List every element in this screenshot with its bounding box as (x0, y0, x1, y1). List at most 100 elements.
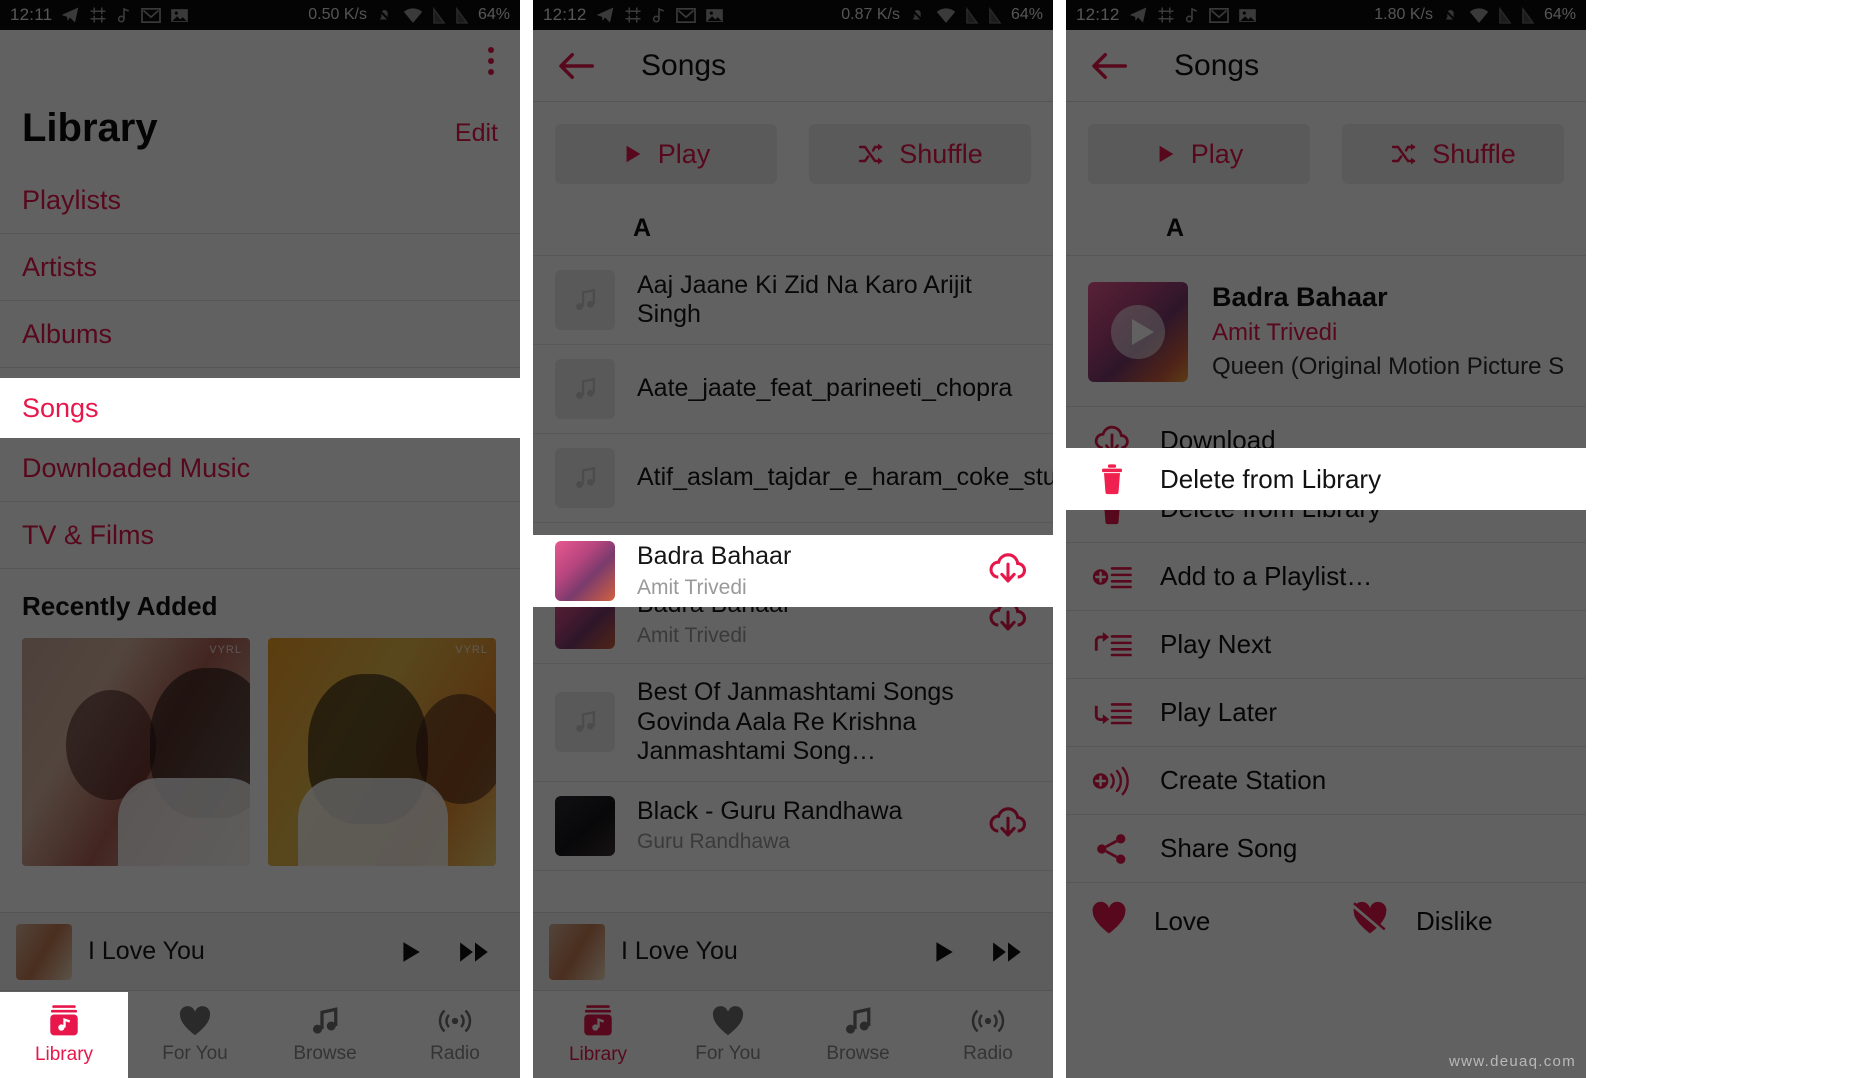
context-menu-song-card: Badra Bahaar Amit Trivedi Queen (Origina… (1066, 256, 1586, 407)
slack-icon (625, 7, 641, 23)
edit-button[interactable]: Edit (455, 119, 498, 148)
tab-for-you[interactable]: For You (663, 991, 793, 1078)
play-later-glyph (1094, 702, 1132, 724)
fast-forward-icon[interactable] (991, 938, 1025, 966)
library-header: Library Edit (0, 92, 520, 167)
share-icon (1090, 833, 1134, 865)
mute-bell-icon (1442, 7, 1459, 23)
shuffle-button[interactable]: Shuffle (1342, 124, 1564, 184)
list-item[interactable]: Aaj Jaane Ki Zid Na Karo Arijit Singh (533, 256, 1053, 345)
album-art-2[interactable]: VYRL (268, 638, 496, 866)
list-item-label: Downloaded Music (22, 452, 251, 483)
bottom-tab-bar: Library For You Browse Radio (533, 990, 1053, 1078)
sidebar-item-artists[interactable]: Artists (0, 234, 520, 301)
playback-buttons: Play Shuffle (1066, 102, 1586, 204)
status-right-cluster: 0.50 K/s 64% (308, 6, 510, 25)
mute-bell-icon (909, 7, 926, 23)
menu-item-play-next[interactable]: Play Next (1066, 611, 1586, 678)
status-net-speed: 1.80 K/s (1374, 6, 1433, 23)
now-playing-bar[interactable]: I Love You (533, 912, 1053, 990)
back-arrow-icon[interactable] (557, 51, 595, 81)
song-artist: Amit Trivedi (637, 575, 747, 599)
menu-item-play-later[interactable]: Play Later (1066, 679, 1586, 746)
tab-label: Browse (826, 1042, 890, 1064)
list-item-highlight[interactable]: Badra Bahaar Amit Trivedi (533, 535, 1053, 607)
menu-item-share-song[interactable]: Share Song (1066, 815, 1586, 882)
slack-icon (90, 7, 106, 23)
love-button[interactable]: Love (1066, 901, 1326, 942)
list-item-label: Artists (22, 251, 98, 282)
wifi-icon (936, 7, 956, 23)
navigation-bar: Songs (533, 30, 1053, 102)
tab-library[interactable]: Library (533, 991, 663, 1078)
play-button[interactable]: Play (555, 124, 777, 184)
context-menu-body: Songs Play Shuffle A Badra Bahaar Amit T… (1066, 30, 1586, 1078)
sidebar-item-tv-films[interactable]: TV & Films (0, 502, 520, 569)
menu-item-label: Create Station (1160, 765, 1327, 795)
radio-icon (438, 1009, 472, 1032)
status-app-icons (60, 5, 189, 25)
slack-icon (1158, 7, 1174, 23)
tab-browse[interactable]: Browse (793, 991, 923, 1078)
telegram-icon (61, 7, 79, 23)
sidebar-item-playlists[interactable]: Playlists (0, 167, 520, 234)
song-artwork (555, 541, 615, 601)
list-item[interactable]: Aate_jaate_feat_parineeti_chopra (533, 345, 1053, 434)
list-item[interactable]: Black - Guru Randhawa Guru Randhawa (533, 782, 1053, 871)
panel-songs: 12:12 0.87 K/s 64% Songs Play Shuffle A … (533, 0, 1053, 1078)
navigation-bar: Songs (1066, 30, 1586, 102)
song-title: Black - Guru Randhawa (637, 796, 903, 825)
tab-for-you[interactable]: For You (130, 991, 260, 1078)
cloud-download-icon[interactable] (987, 551, 1031, 592)
song-artist: Amit Trivedi (1212, 319, 1338, 346)
menu-item-add-to-a-playlist[interactable]: Add to a Playlist… (1066, 543, 1586, 610)
play-overlay-icon (1111, 305, 1165, 359)
sim2-icon (456, 6, 469, 24)
telegram-icon (1129, 7, 1146, 23)
sidebar-item-albums[interactable]: Albums (0, 301, 520, 368)
menu-item-label: Share Song (1160, 833, 1298, 863)
back-arrow-icon[interactable] (1090, 51, 1128, 81)
music-note-icon (576, 288, 596, 310)
status-net-speed: 0.87 K/s (841, 6, 900, 23)
status-right-cluster: 1.80 K/s 64% (1374, 6, 1576, 25)
menu-item-create-station[interactable]: Create Station (1066, 747, 1586, 814)
sidebar-item-songs-highlight[interactable]: Songs (0, 378, 520, 438)
song-artwork (555, 795, 615, 856)
music-note-icon (576, 711, 596, 733)
tab-library-highlight[interactable]: Library (0, 992, 128, 1078)
album-art-1[interactable]: VYRL (22, 638, 250, 866)
spotlight-delete-from-library: Delete from Library (1066, 448, 1586, 510)
tab-browse[interactable]: Browse (260, 991, 390, 1078)
sidebar-item-downloaded-music[interactable]: Downloaded Music (0, 435, 520, 502)
menu-item-label: Add to a Playlist… (1160, 561, 1373, 591)
song-artist: Amit Trivedi (637, 623, 747, 647)
status-bar: 12:11 0.50 K/s 64% (0, 0, 520, 30)
play-button[interactable]: Play (1088, 124, 1310, 184)
now-playing-controls (398, 938, 504, 966)
play-icon[interactable] (398, 938, 424, 966)
fast-forward-icon[interactable] (458, 938, 492, 966)
dislike-button[interactable]: Dislike (1326, 901, 1586, 942)
shuffle-button[interactable]: Shuffle (809, 124, 1031, 184)
tab-radio[interactable]: Radio (923, 991, 1053, 1078)
status-right-cluster: 0.87 K/s 64% (841, 6, 1043, 25)
share-glyph (1097, 833, 1126, 864)
menu-item-label: Delete from Library (1160, 463, 1382, 494)
music-note-icon (576, 466, 596, 488)
add-to-playlist-icon (1090, 562, 1134, 592)
song-artist: Guru Randhawa (637, 830, 790, 854)
tab-radio[interactable]: Radio (390, 991, 520, 1078)
overflow-menu-icon[interactable] (488, 47, 494, 75)
panel-gap (520, 0, 528, 1078)
list-item[interactable]: Best Of Janmashtami Songs Govinda Aala R… (533, 664, 1053, 782)
play-icon[interactable] (931, 938, 957, 966)
music-app-icon (118, 7, 130, 23)
list-item[interactable]: Atif_aslam_tajdar_e_haram_coke_studio_se… (533, 434, 1053, 523)
menu-item-delete-from-library-highlight[interactable]: Delete from Library (1066, 448, 1586, 510)
song-title: Atif_aslam_tajdar_e_haram_coke_studio_se… (637, 463, 1053, 492)
song-artwork[interactable] (1088, 282, 1188, 382)
cloud-download-icon[interactable] (987, 805, 1031, 846)
menu-item-label: Play Next (1160, 629, 1272, 659)
now-playing-bar[interactable]: I Love You (0, 912, 520, 990)
